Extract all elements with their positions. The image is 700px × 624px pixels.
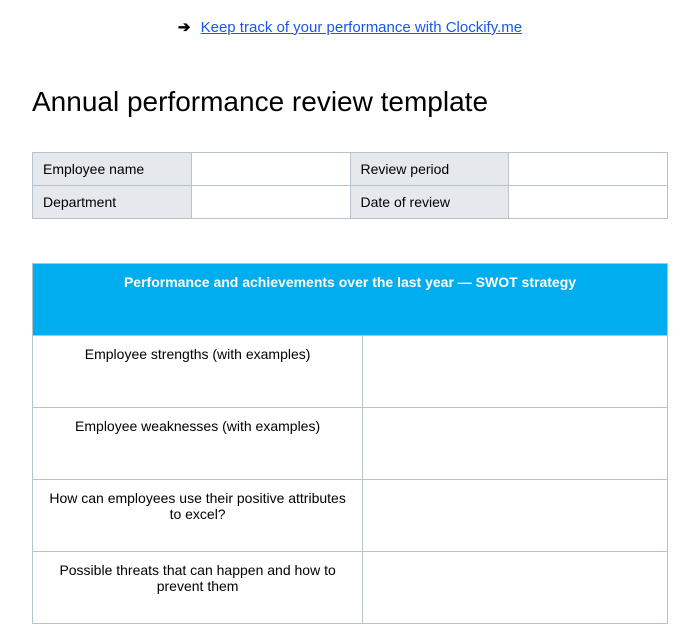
- info-table: Employee name Review period Department D…: [32, 152, 668, 219]
- swot-header-row: Performance and achievements over the la…: [33, 264, 668, 336]
- date-of-review-label: Date of review: [350, 186, 509, 219]
- arrow-right-icon: ➔: [178, 19, 191, 36]
- employee-name-value[interactable]: [191, 153, 350, 186]
- swot-table: Performance and achievements over the la…: [32, 263, 668, 624]
- swot-weaknesses-value[interactable]: [363, 408, 668, 480]
- swot-strengths-value[interactable]: [363, 336, 668, 408]
- info-row: Employee name Review period: [33, 153, 668, 186]
- swot-header: Performance and achievements over the la…: [33, 264, 668, 336]
- page-title: Annual performance review template: [32, 86, 668, 118]
- document-content: Annual performance review template Emplo…: [0, 86, 700, 624]
- top-link-row: ➔ Keep track of your performance with Cl…: [0, 0, 700, 46]
- date-of-review-value[interactable]: [509, 186, 668, 219]
- swot-row: Employee strengths (with examples): [33, 336, 668, 408]
- swot-row: Possible threats that can happen and how…: [33, 552, 668, 624]
- swot-weaknesses-label: Employee weaknesses (with examples): [33, 408, 363, 480]
- swot-threats-value[interactable]: [363, 552, 668, 624]
- swot-strengths-label: Employee strengths (with examples): [33, 336, 363, 408]
- review-period-label: Review period: [350, 153, 509, 186]
- department-label: Department: [33, 186, 192, 219]
- department-value[interactable]: [191, 186, 350, 219]
- swot-opportunities-value[interactable]: [363, 480, 668, 552]
- info-row: Department Date of review: [33, 186, 668, 219]
- review-period-value[interactable]: [509, 153, 668, 186]
- swot-opportunities-label: How can employees use their positive att…: [33, 480, 363, 552]
- swot-row: Employee weaknesses (with examples): [33, 408, 668, 480]
- employee-name-label: Employee name: [33, 153, 192, 186]
- swot-threats-label: Possible threats that can happen and how…: [33, 552, 363, 624]
- clockify-link[interactable]: Keep track of your performance with Cloc…: [201, 19, 523, 36]
- swot-row: How can employees use their positive att…: [33, 480, 668, 552]
